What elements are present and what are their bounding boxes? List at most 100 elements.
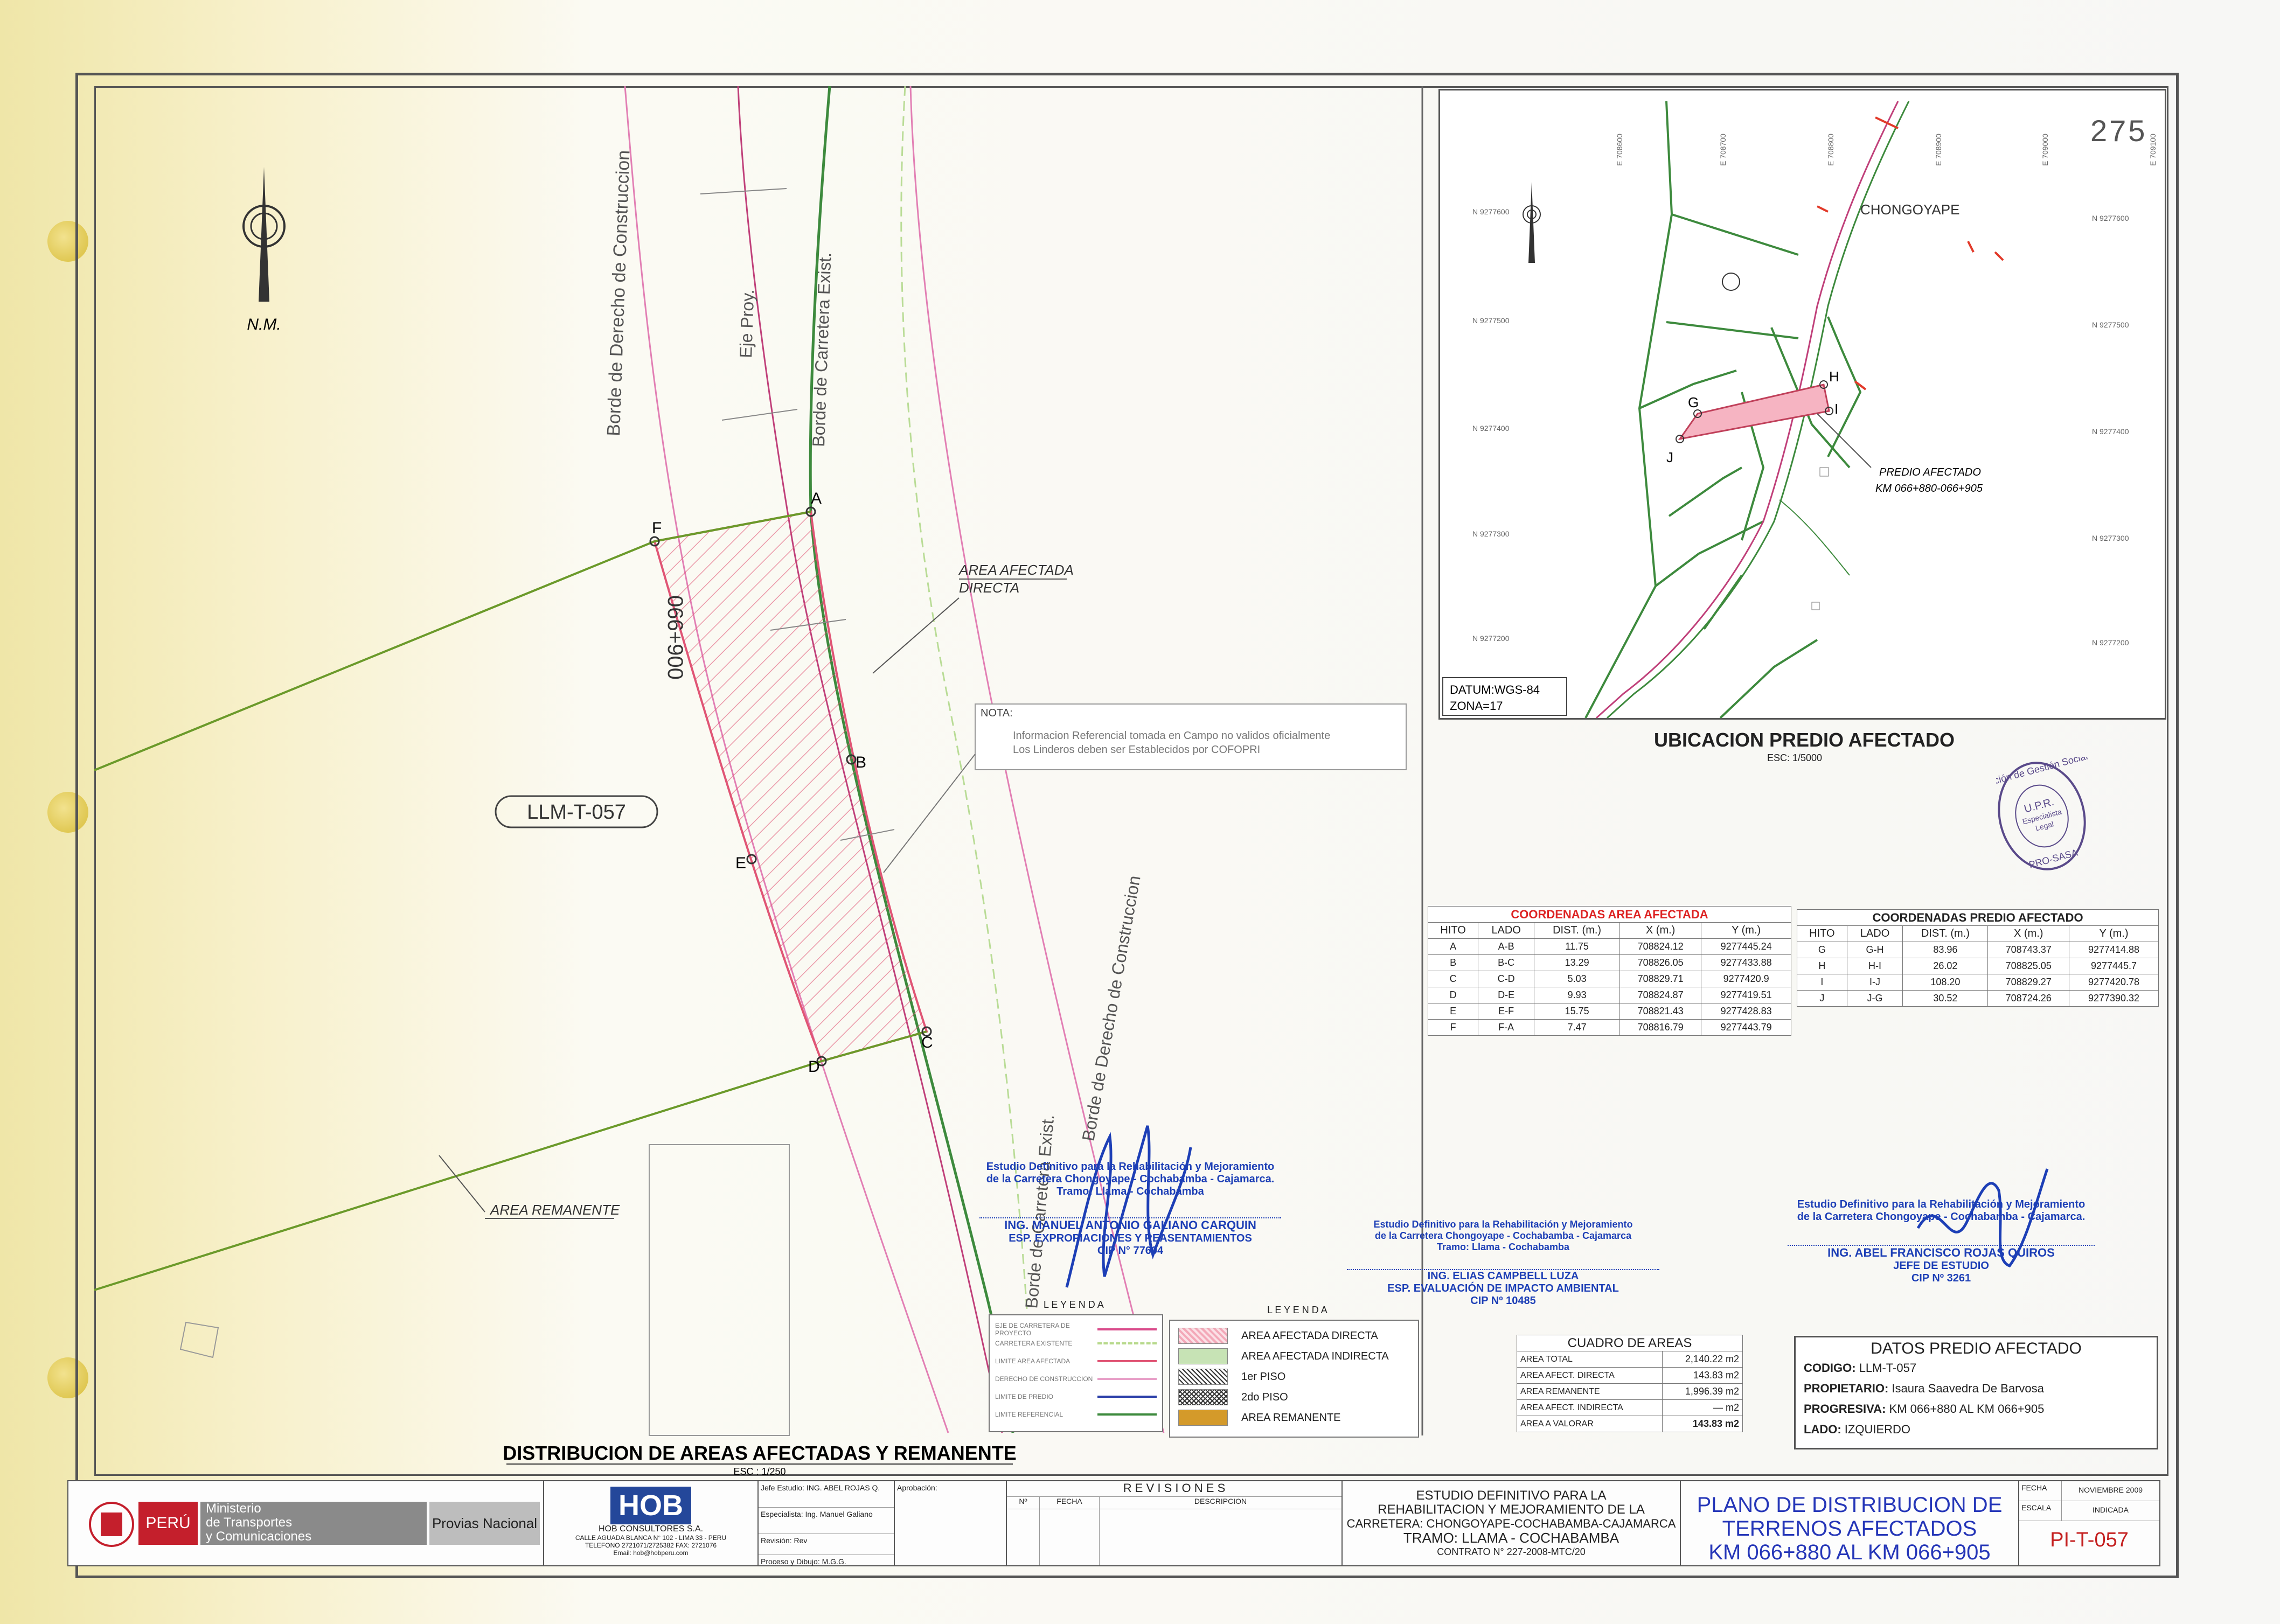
signature-scribble-right [1916,1168,2049,1267]
codigo-value: LLM-T-057 [1859,1361,1917,1375]
legend-line-swatch [1097,1413,1157,1416]
table-cell: 9277419.51 [1701,987,1791,1003]
n-tick-r2: N 9277500 [2092,320,2129,329]
table-cell: 9277420.78 [2069,974,2159,991]
legend-label: 1er PISO [1241,1370,1286,1383]
legend-item-area-afectada-directa: AREA AFECTADA DIRECTA [1178,1327,1378,1344]
callout-area-remanente: AREA REMANENTE [489,1202,620,1218]
callout-area-afectada-1: AREA AFECTADA [958,562,1074,578]
e-tick-3: E 708800 [1826,134,1835,166]
jefe-label: Jefe Estudio: [761,1483,804,1492]
peru-coat-of-arms-icon [89,1502,134,1547]
afectada-row: B B-C 13.29 708826.05 9277433.88 [1427,954,1791,971]
datos-predio-box: DATOS PREDIO AFECTADO CODIGO: LLM-T-057 … [1794,1336,2158,1449]
n-tick-r4: N 9277300 [2092,534,2129,542]
map-red-marks [1817,116,2004,391]
e-tick-2: E 708700 [1719,134,1727,166]
map-building-1 [1819,467,1829,477]
fecha-value: NOVIEMBRE 2009 [2078,1486,2143,1494]
propietario-label: PROPIETARIO: [1804,1382,1889,1395]
legend-line-item: LIMITE AREA AFECTADA [995,1357,1157,1365]
table-cell: 708825.05 [1987,958,2069,974]
rev-col-desc: DESCRIPCION [1194,1497,1247,1505]
legend-swatch-indirecta [1178,1348,1228,1364]
table-cell: 708829.71 [1619,971,1702,987]
lot-boundary-north [94,540,655,771]
legend-line-item: DERECHO DE CONSTRUCCION [995,1375,1157,1383]
predio-row: G G-H 83.96 708743.37 9277414.88 [1797,942,2159,958]
esp-label: Especialista: [761,1510,803,1518]
table-cell: H-I [1846,958,1903,974]
location-map: N 9277600 N 9277500 N 9277400 N 9277300 … [1438,89,2166,720]
plano-number: PI-T-057 [2050,1529,2129,1551]
label-d: D [808,1058,820,1076]
title-block-revisiones: R E V I S I O N E S Nº FECHA DESCRIPCION [1006,1480,1343,1566]
col-x: X (m.) [1987,925,2069,942]
table-cell: C-D [1478,971,1535,987]
table-cell: AREA AFECT. DIRECTA [1517,1367,1663,1384]
text-borde-carretera-top: Borde de Carretera Exist. [809,252,835,447]
north-label: N.M. [247,316,281,333]
title-block-ministerio: PERÚ Ministerio de Transportes y Comunic… [67,1480,544,1566]
datum-text: DATUM:WGS-84 [1450,683,1540,696]
table-cell: 83.96 [1902,942,1989,958]
afectada-row: A A-B 11.75 708824.12 9277445.24 [1427,938,1791,955]
legend-label: AREA AFECTADA INDIRECTA [1241,1350,1389,1362]
leyenda-areas-title: L E Y E N D A [1267,1305,1327,1315]
leyenda-lines: L E Y E N D A EJE DE CARRETERA DE PROYEC… [989,1299,1163,1432]
legend-line-swatch [1097,1360,1157,1362]
coords-afectada-table: COORDENADAS AREA AFECTADA HITO LADO DIST… [1427,906,1791,1036]
lot-code: LLM-T-057 [527,801,626,824]
table-cell: 708724.26 [1987,990,2069,1007]
legend-swatch-directa [1178,1328,1228,1344]
sig-mid-role: ESP. EVALUACIÓN DE IMPACTO AMBIENTAL [1387,1283,1619,1294]
map-side-road [1779,499,1850,576]
label-b: B [856,754,866,771]
hob-phone: TELEFONO 2721071/2725382 FAX: 2721076 [585,1542,717,1549]
table-cell: B-C [1478,954,1535,971]
table-cell: A [1427,938,1479,955]
legend-line-swatch [1097,1378,1157,1380]
title-block-estudio: ESTUDIO DEFINITIVO PARA LA REHABILITACIO… [1341,1480,1681,1566]
table-cell: AREA A VALORAR [1517,1416,1663,1432]
legend-item-2do-piso: 2do PISO [1178,1389,1288,1406]
table-cell: I [1797,974,1847,991]
lado-label: LADO: [1804,1423,1841,1436]
callout-area-afectada-2: DIRECTA [959,580,1019,596]
ministerio-line1: Ministerio [206,1501,261,1516]
legend-line-item: CARRETERA EXISTENTE [995,1340,1157,1347]
plan-scale: ESC : 1/250 [733,1466,786,1477]
table-cell: 13.29 [1534,954,1620,971]
provias-box: Provias Nacional [429,1502,540,1545]
n-tick-1: N 9277600 [1472,207,1510,216]
estudio-line1: ESTUDIO DEFINITIVO PARA LA [1416,1488,1607,1503]
legend-item-area-remanente: AREA REMANENTE [1178,1409,1340,1426]
text-borde-derecho-left: Borde de Derecho de Construccion [603,150,634,436]
col-lado: LADO [1478,922,1535,939]
table-cell: 30.52 [1902,990,1989,1007]
table-cell: E [1427,1003,1479,1020]
map-building-2 [1811,602,1820,610]
map-label-i: I [1834,401,1838,417]
table-cell: 15.75 [1534,1003,1620,1020]
e-tick-1: E 708600 [1615,134,1624,166]
map-label-g: G [1688,394,1699,410]
location-map-svg: N 9277600 N 9277500 N 9277400 N 9277300 … [1442,101,2157,718]
codigo-label: CODIGO: [1804,1361,1856,1375]
title-block-hob: HOB HOB CONSULTORES S.A. CALLE AGUADA BL… [543,1480,759,1566]
remanente-leader [439,1155,485,1212]
table-cell: 9277445.7 [2069,958,2159,974]
map-title: UBICACION PREDIO AFECTADO [1654,729,1955,751]
area-row: AREA AFECT. INDIRECTA — m2 [1517,1399,1743,1416]
rev-col-fecha: FECHA [1040,1497,1100,1509]
table-cell: AREA TOTAL [1517,1351,1663,1368]
text-progresiva: 066+900 [663,595,687,680]
table-cell: 2,140.22 m2 [1662,1351,1743,1368]
peru-label: PERÚ [138,1502,198,1545]
leyenda-lines-title: L E Y E N D A [1044,1299,1104,1310]
note-line-2: Los Linderos deben ser Establecidos por … [1013,744,1260,756]
cuadro-areas-title: CUADRO DE AREAS [1517,1335,1743,1351]
legend-line-label: CARRETERA EXISTENTE [995,1340,1073,1347]
datos-title: DATOS PREDIO AFECTADO [1871,1340,2082,1357]
sig-mid-line3: Tramo: Llama - Cochabamba [1436,1242,1570,1252]
